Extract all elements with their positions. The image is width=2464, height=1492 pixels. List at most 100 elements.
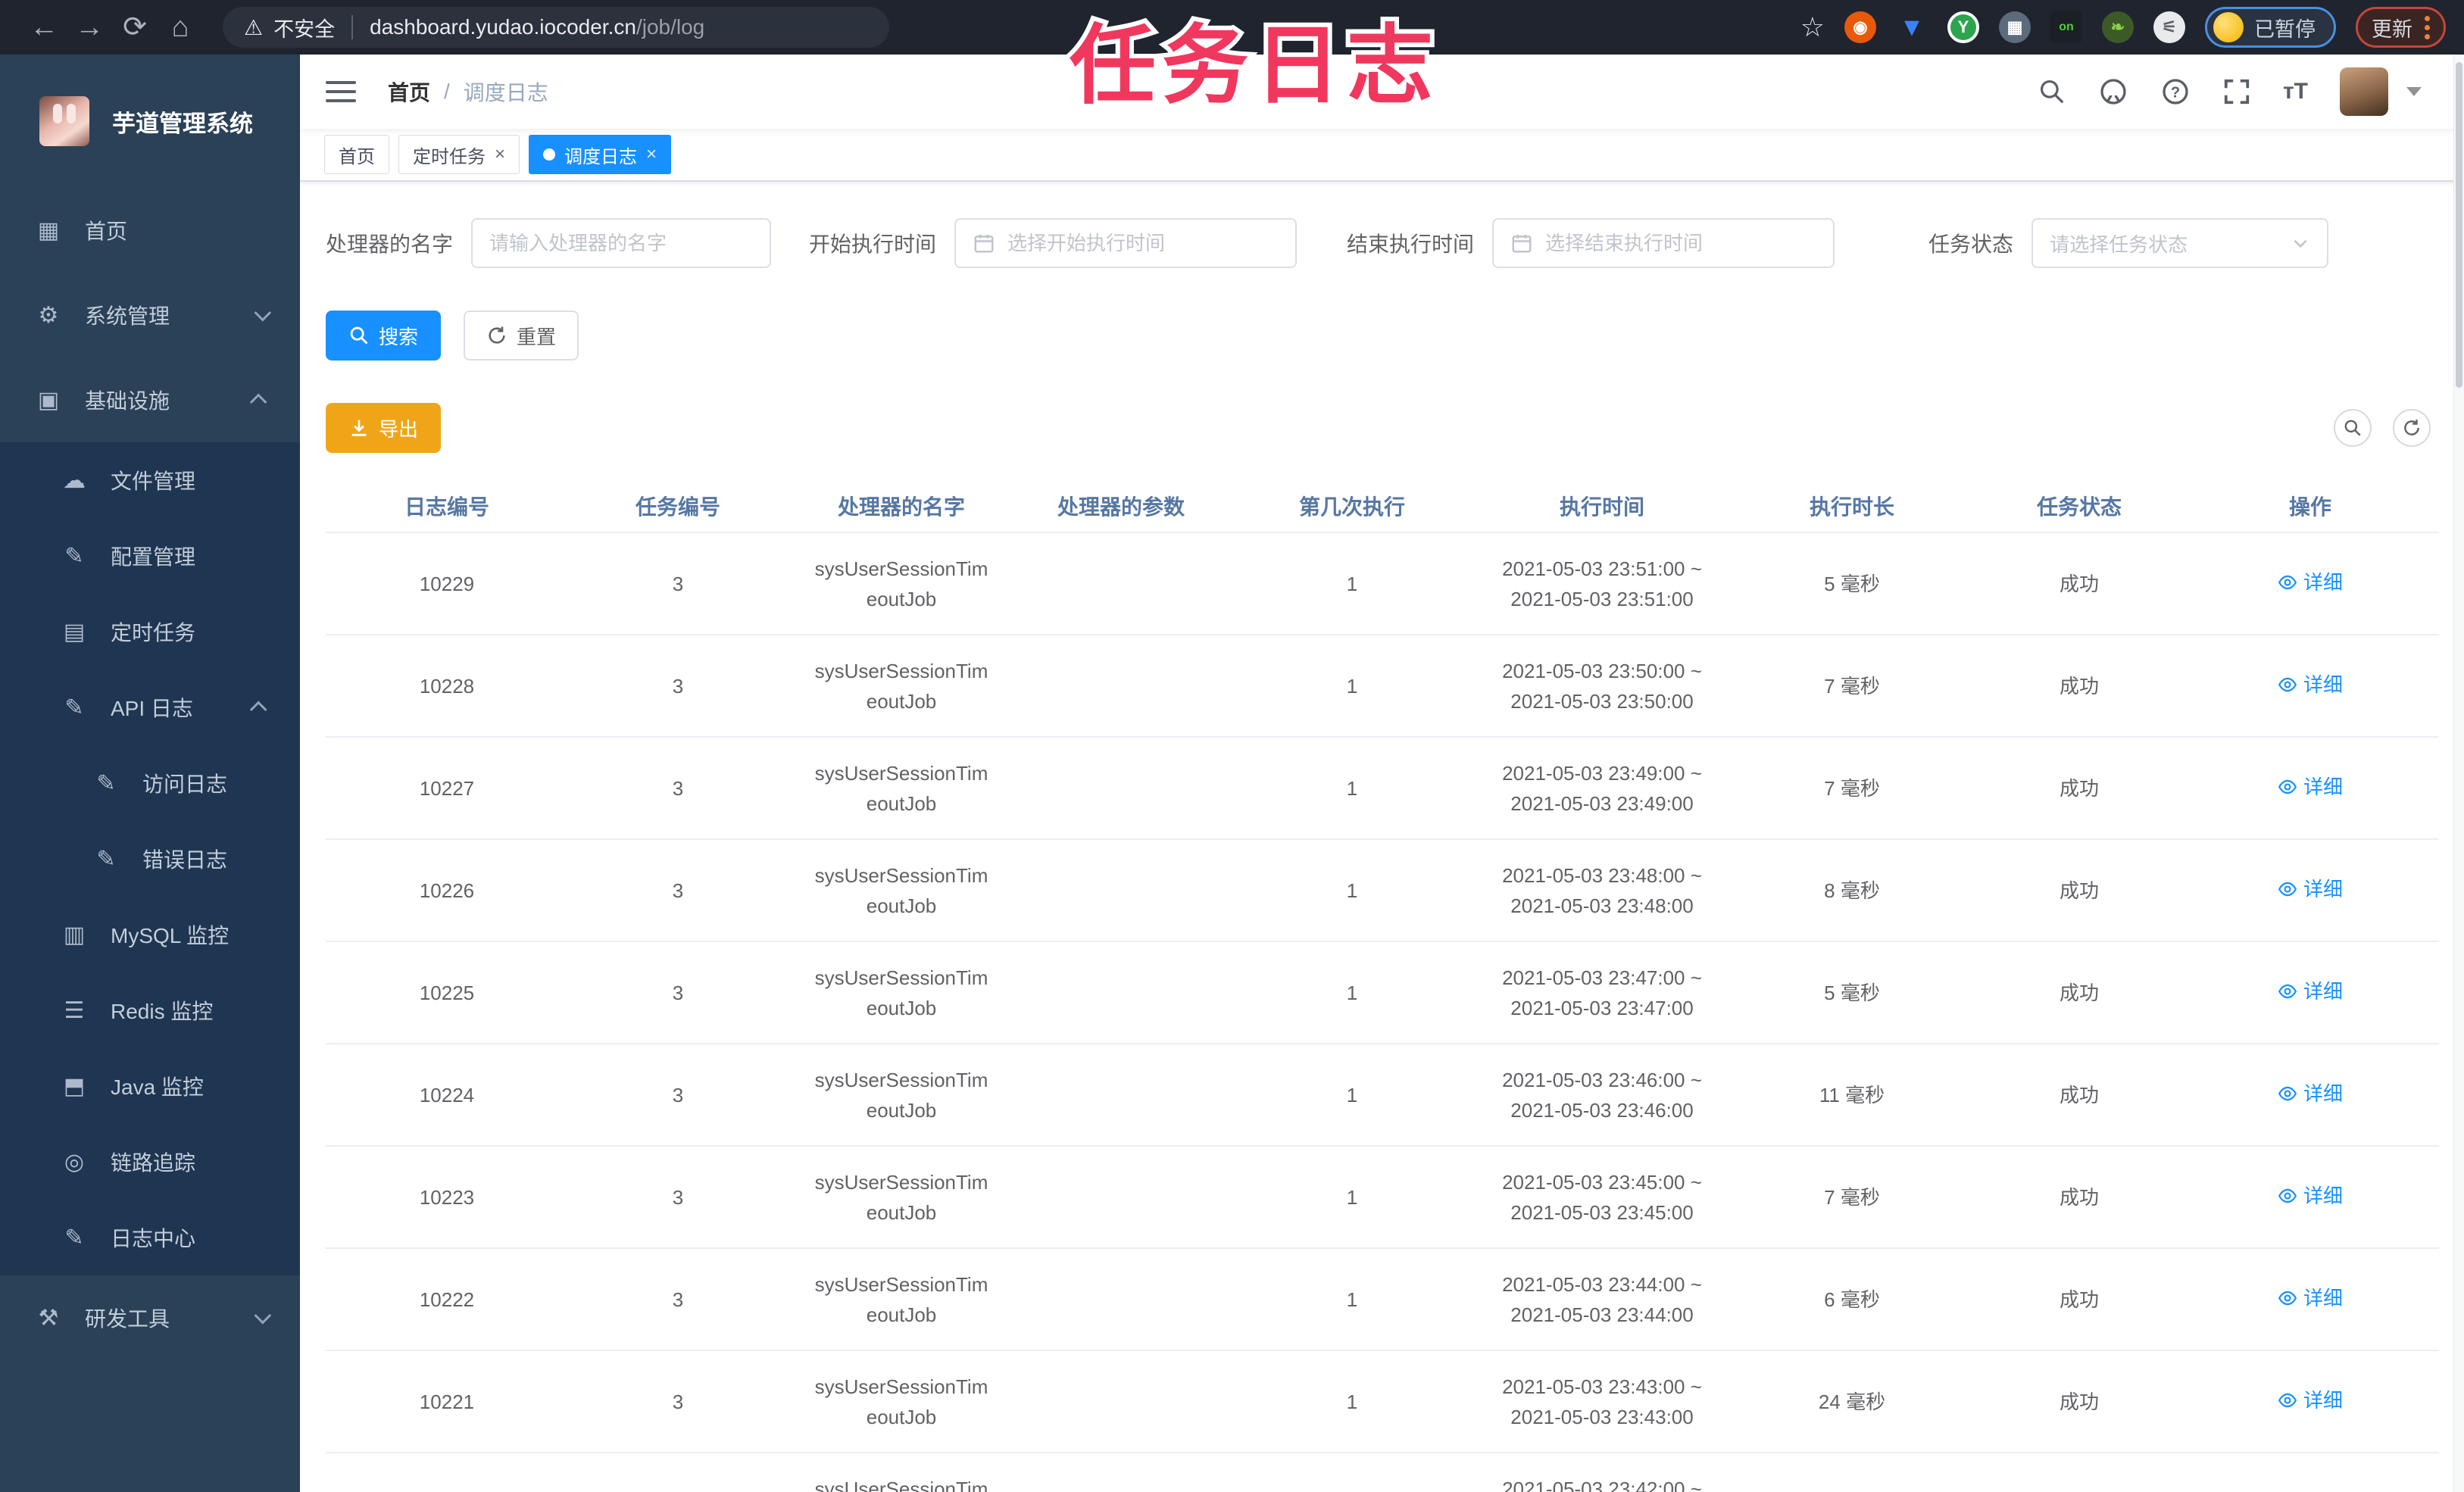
detail-link[interactable]: 详细: [2278, 1283, 2343, 1313]
close-icon[interactable]: ×: [495, 144, 505, 165]
job-status-placeholder: 请选择任务状态: [2050, 233, 2188, 256]
execute-time-cell: 2021-05-03 23:50:00 ~2021-05-03 23:50:00: [1477, 635, 1727, 738]
sidebar-item-home[interactable]: ▦ 首页: [0, 188, 300, 273]
detail-link-label: 详细: [2303, 1184, 2343, 1207]
back-icon[interactable]: ←: [21, 0, 67, 55]
reset-button[interactable]: 重置: [464, 311, 579, 361]
operation-cell: 详细: [2181, 839, 2439, 942]
close-icon[interactable]: ×: [646, 144, 657, 165]
scrollbar-thumb[interactable]: [2456, 62, 2462, 388]
job-status-select[interactable]: 请选择任务状态: [2031, 218, 2329, 268]
handler-name-input[interactable]: [489, 231, 754, 255]
eye-icon: [2278, 779, 2297, 794]
detail-link[interactable]: 详细: [2278, 772, 2343, 802]
tab-定时任务[interactable]: 定时任务 ×: [398, 135, 520, 174]
log-icon: ✎: [96, 770, 116, 796]
detail-link-label: 详细: [2303, 1082, 2343, 1105]
not-secure-icon: ⚠: [244, 15, 264, 39]
sidebar-item-error-log[interactable]: ✎ 错误日志: [0, 821, 300, 897]
browser-profile-chip[interactable]: 已暂停: [2205, 7, 2336, 48]
detail-link[interactable]: 详细: [2278, 1078, 2343, 1109]
end-time-input[interactable]: [1545, 231, 1817, 255]
extension-leaf-icon[interactable]: ❧: [2102, 11, 2134, 43]
bookmark-star-icon[interactable]: ☆: [1800, 11, 1825, 43]
breadcrumb-home[interactable]: 首页: [388, 76, 430, 107]
table-row: 10221 3 sysUserSessionTim eoutJob 1 2021-05-0…: [326, 1350, 2439, 1453]
sidebar-item-access-log[interactable]: ✎ 访问日志: [0, 745, 300, 821]
execute-index-cell: 1: [1227, 1044, 1477, 1147]
chevron-down-icon: [254, 304, 272, 322]
sidebar-item-trace[interactable]: ◎ 链路追踪: [0, 1124, 300, 1200]
github-icon[interactable]: [2098, 76, 2128, 107]
detail-link[interactable]: 详细: [2278, 567, 2343, 598]
sidebar-item-label: 链路追踪: [111, 1151, 196, 1175]
handler-param-cell: [1015, 1044, 1227, 1147]
user-caret-down-icon[interactable]: [2406, 87, 2422, 96]
tab-首页[interactable]: 首页: [324, 135, 389, 174]
execute-time-cell: 2021-05-03 23:42:00 ~2021-05-03 23:42:00: [1477, 1453, 1727, 1492]
toggle-search-button[interactable]: [2334, 409, 2372, 447]
extension-grid-icon[interactable]: ▦: [1999, 11, 2031, 43]
help-question-icon[interactable]: ?: [2160, 76, 2191, 107]
handler-param-cell: [1015, 1350, 1227, 1453]
sidebar-item-label: 研发工具: [85, 1307, 170, 1331]
tab-调度日志[interactable]: 调度日志 ×: [529, 135, 672, 174]
begin-time-label: 开始执行时间: [809, 233, 937, 256]
handler-name-cell: sysUserSessionTimeoutJob: [788, 635, 1015, 738]
sidebar-item-api-log[interactable]: ✎ API 日志: [0, 670, 300, 745]
detail-link-label: 详细: [2303, 979, 2343, 1003]
page-scrollbar[interactable]: [2453, 55, 2464, 1492]
browser-menu-kebab-icon[interactable]: [2425, 15, 2430, 39]
detail-link[interactable]: 详细: [2278, 1487, 2343, 1492]
extension-on-badge-icon[interactable]: on: [2050, 11, 2082, 43]
sidebar-item-mysql[interactable]: ▥ MySQL 监控: [0, 897, 300, 972]
status-cell: 成功: [1977, 1248, 2181, 1351]
forward-icon[interactable]: →: [67, 0, 112, 55]
user-avatar[interactable]: [2340, 67, 2388, 116]
browser-update-button[interactable]: 更新: [2356, 7, 2446, 48]
execute-time-cell: 2021-05-03 23:48:00 ~2021-05-03 23:48:00: [1477, 839, 1727, 942]
detail-link[interactable]: 详细: [2278, 1385, 2343, 1416]
begin-time-input[interactable]: [1007, 231, 1279, 255]
sidebar-item-log-center[interactable]: ✎ 日志中心: [0, 1200, 300, 1275]
hamburger-icon[interactable]: [326, 81, 356, 102]
log-id-cell: 10222: [326, 1248, 568, 1351]
status-cell: 成功: [1977, 737, 2181, 840]
table-row: 10226 3 sysUserSessionTim eoutJob 1 2021-05-0…: [326, 839, 2439, 942]
eye-icon: ◎: [64, 1149, 85, 1175]
detail-link[interactable]: 详细: [2278, 874, 2343, 904]
sidebar-item-file[interactable]: ☁ 文件管理: [0, 442, 300, 518]
detail-link[interactable]: 详细: [2278, 976, 2343, 1007]
extension-green-check-icon[interactable]: Y: [1947, 11, 1979, 43]
sidebar-item-infra[interactable]: ▣ 基础设施: [0, 357, 300, 442]
address-bar[interactable]: ⚠ 不安全 dashboard.yudao.iocoder.cn/job/log: [223, 7, 889, 48]
extensions-puzzle-icon[interactable]: ⚟: [2153, 11, 2185, 43]
fullscreen-icon[interactable]: [2222, 77, 2251, 106]
detail-link[interactable]: 详细: [2278, 1181, 2343, 1211]
sidebar-item-label: Java 监控: [111, 1075, 204, 1099]
search-icon[interactable]: [2038, 77, 2066, 106]
sidebar-item-label: 系统管理: [85, 304, 170, 328]
job-id-cell: 3: [568, 1350, 788, 1453]
duration-cell: 6 毫秒: [1727, 1453, 1977, 1492]
font-size-icon[interactable]: ᴛT: [2283, 79, 2308, 105]
detail-link-label: 详细: [2303, 1388, 2343, 1412]
sidebar-item-config[interactable]: ✎ 配置管理: [0, 518, 300, 594]
home-icon[interactable]: ⌂: [158, 0, 203, 55]
sidebar-item-dev-tools[interactable]: ⚒ 研发工具: [0, 1275, 300, 1360]
export-button[interactable]: 导出: [326, 403, 442, 453]
reload-icon[interactable]: ⟳: [112, 0, 158, 55]
extension-lighthouse-icon[interactable]: ▼: [1896, 11, 1928, 43]
extension-orange-icon[interactable]: ◉: [1844, 11, 1876, 43]
sidebar-item-redis[interactable]: ☰ Redis 监控: [0, 972, 300, 1048]
detail-link[interactable]: 详细: [2278, 670, 2343, 700]
sidebar-item-system[interactable]: ⚙ 系统管理: [0, 273, 300, 357]
execute-time-cell: 2021-05-03 23:43:00 ~2021-05-03 23:43:00: [1477, 1350, 1727, 1453]
refresh-table-button[interactable]: [2393, 409, 2431, 447]
sidebar-logo-row[interactable]: 芋道管理系统: [0, 55, 300, 188]
sidebar-item-job[interactable]: ▤ 定时任务: [0, 594, 300, 670]
detail-link-label: 详细: [2303, 570, 2343, 594]
sidebar-item-java[interactable]: ⬒ Java 监控: [0, 1048, 300, 1124]
column-header: 执行时长: [1727, 479, 1977, 533]
search-button[interactable]: 搜索: [326, 311, 442, 361]
